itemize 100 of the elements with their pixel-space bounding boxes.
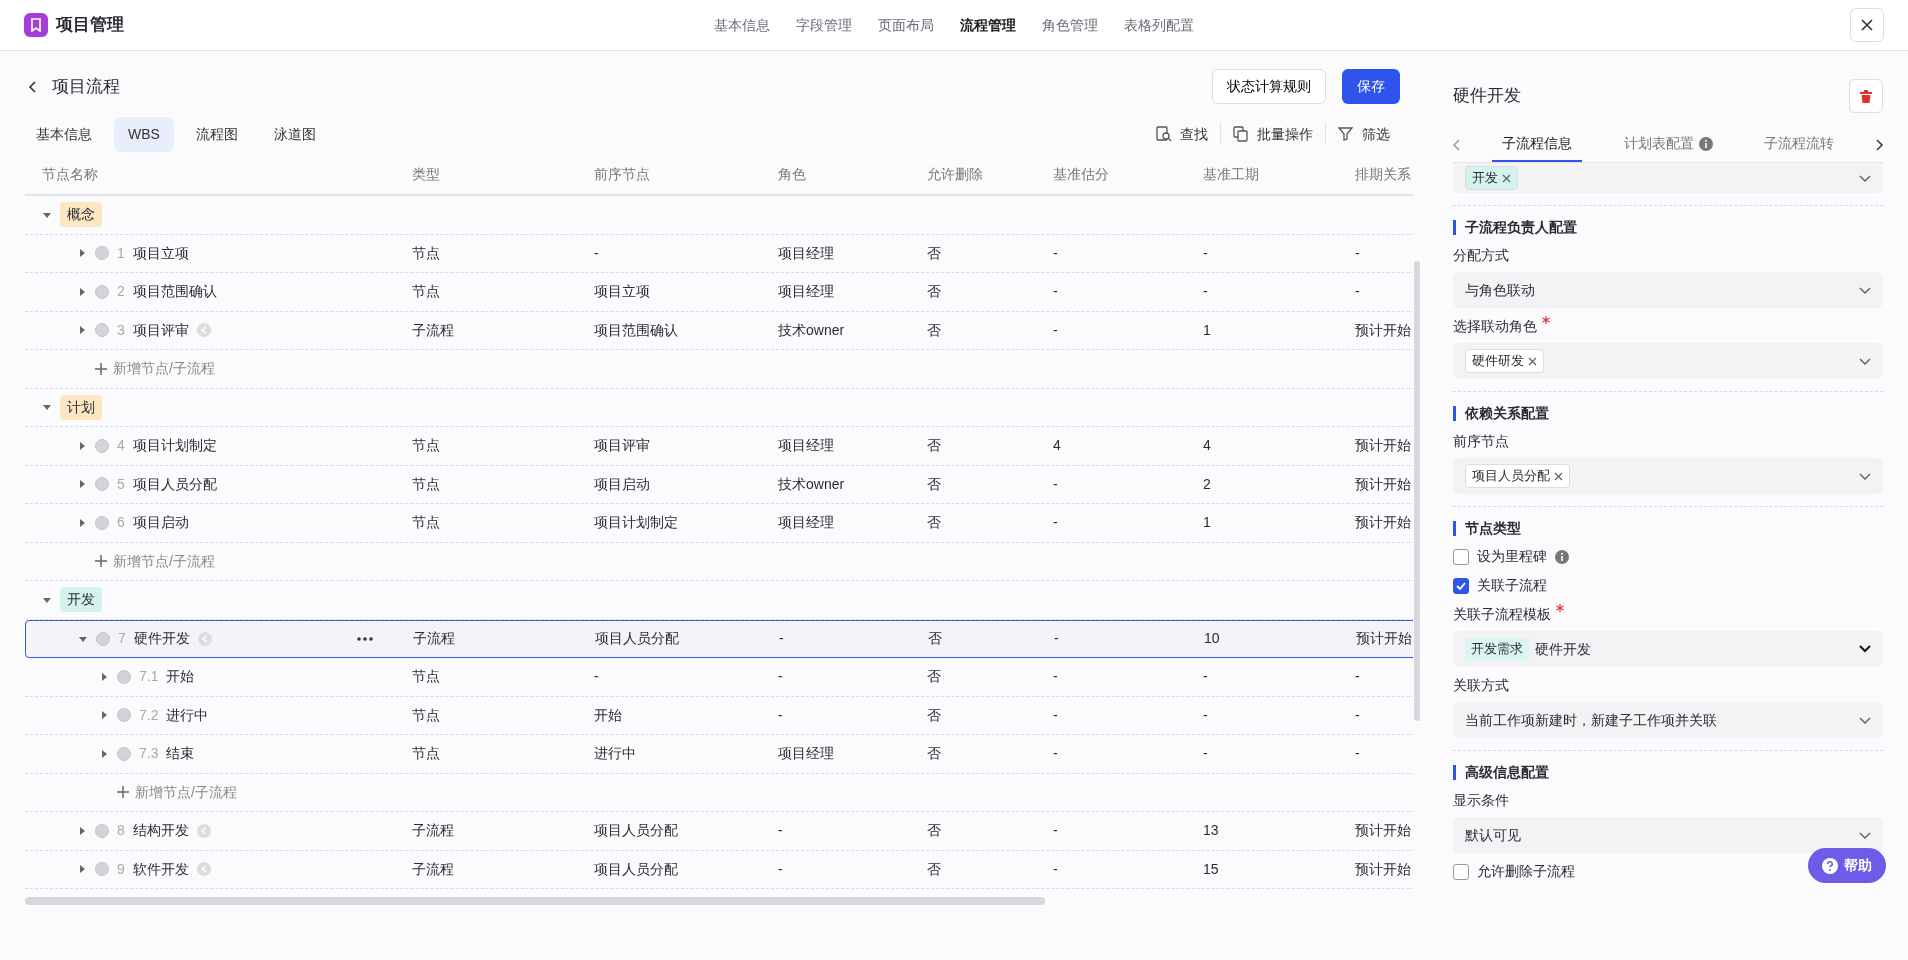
checkbox[interactable] [1453, 863, 1469, 880]
status-dot-icon [95, 823, 109, 838]
nav-tab[interactable]: 页面布局 [878, 14, 934, 36]
checkmark-icon [1456, 581, 1466, 590]
vertical-scrollbar[interactable] [1414, 261, 1420, 721]
table-cell-text: 否 [927, 243, 942, 263]
status-dot-icon [96, 631, 110, 646]
chevron-left-icon[interactable] [1453, 138, 1460, 151]
table-cell-text: - [1053, 243, 1059, 263]
status-dot-icon [117, 746, 131, 761]
more-icon[interactable] [357, 636, 373, 641]
table-cell-text: 2 [1203, 474, 1212, 494]
nav-tab[interactable]: 流程管理 [960, 14, 1016, 36]
back-icon[interactable] [28, 80, 36, 93]
view-tab[interactable]: 流程图 [181, 116, 252, 152]
nav-tab[interactable]: 表格列配置 [1124, 14, 1194, 36]
remove-icon[interactable] [1528, 356, 1537, 366]
row-number: 4 [117, 436, 125, 456]
column-header: 类型 [412, 164, 441, 184]
chevron-down-icon [1859, 716, 1871, 724]
view-tab[interactable]: WBS [114, 116, 174, 152]
node-name: 项目评审 [132, 320, 189, 340]
expand-icon[interactable] [77, 248, 87, 259]
select-field[interactable]: 当前工作项新建时，新建子工作项并关联 [1453, 702, 1883, 738]
checkbox[interactable] [1453, 548, 1469, 565]
app-logo-icon [24, 13, 48, 37]
add-node-link[interactable]: 新增节点/子流程 [95, 358, 215, 380]
rules-button[interactable]: 状态计算规则 [1212, 69, 1326, 104]
search-icon [1156, 126, 1172, 142]
table-cell-text: - [594, 243, 600, 263]
multi-select-field[interactable]: 开发 [1453, 163, 1883, 193]
table-cell-text: 否 [927, 667, 942, 687]
table-cell-text: 节点 [412, 513, 441, 533]
section-title: 节点类型 [1453, 521, 1883, 536]
view-tab[interactable]: 泳道图 [259, 116, 330, 152]
node-name: 项目范围确认 [132, 282, 217, 302]
select-field[interactable]: 开发需求 硬件开发 [1453, 631, 1883, 667]
batch-button[interactable]: 批量操作 [1221, 123, 1325, 145]
table-cell-text: - [1053, 320, 1059, 340]
tag: 项目人员分配 [1465, 464, 1570, 488]
table-cell-text: 13 [1203, 821, 1220, 841]
panel-tab[interactable]: 计划表配置 [1613, 127, 1723, 162]
column-header: 基准估分 [1053, 164, 1110, 184]
expand-icon[interactable] [77, 440, 87, 451]
help-icon [1822, 857, 1838, 874]
help-button[interactable]: 帮助 [1808, 848, 1886, 883]
chevron-down-icon [1859, 831, 1871, 839]
panel-tab[interactable]: 子流程流转 [1754, 127, 1845, 162]
multi-select-field[interactable]: 项目人员分配 [1453, 458, 1883, 494]
close-button[interactable] [1850, 8, 1884, 42]
section-title: 子流程负责人配置 [1453, 220, 1883, 235]
expand-icon[interactable] [99, 710, 109, 721]
node-name: 开始 [166, 667, 195, 687]
save-button[interactable]: 保存 [1342, 69, 1400, 104]
plus-icon [95, 362, 107, 375]
table-cell-text: 否 [927, 320, 942, 340]
node-name: 软件开发 [132, 859, 189, 879]
horizontal-scrollbar[interactable] [25, 897, 1045, 905]
add-node-link[interactable]: 新增节点/子流程 [95, 550, 215, 572]
table-cell-text: 子流程 [413, 629, 456, 649]
nav-tab[interactable]: 基本信息 [714, 14, 770, 36]
checkbox[interactable] [1453, 577, 1469, 594]
field-label: 关联方式 [1453, 677, 1509, 693]
expand-icon[interactable] [77, 286, 87, 297]
page-title: 项目流程 [52, 75, 120, 98]
expand-icon[interactable] [77, 864, 87, 875]
select-field[interactable]: 默认可见 [1453, 817, 1883, 853]
subflow-icon [196, 862, 211, 877]
multi-select-field[interactable]: 硬件研发 [1453, 343, 1883, 379]
chevron-right-icon[interactable] [1876, 138, 1883, 151]
delete-button[interactable] [1849, 79, 1883, 113]
expand-icon[interactable] [77, 479, 87, 490]
table-cell-text: 开始 [594, 705, 623, 725]
table-cell-text: 项目人员分配 [594, 859, 679, 879]
expand-icon[interactable] [77, 325, 87, 336]
filter-button[interactable]: 筛选 [1326, 123, 1402, 145]
expand-icon[interactable] [77, 517, 87, 528]
field-label: 分配方式 [1453, 247, 1509, 263]
nav-tab[interactable]: 角色管理 [1042, 14, 1098, 36]
table-cell-text: 技术owner [778, 474, 846, 494]
status-dot-icon [95, 323, 109, 338]
status-dot-icon [95, 284, 109, 299]
add-node-link[interactable]: 新增节点/子流程 [117, 781, 237, 803]
find-button[interactable]: 查找 [1144, 123, 1220, 145]
expand-icon[interactable] [77, 825, 87, 836]
remove-icon[interactable] [1554, 471, 1563, 481]
tag: 硬件研发 [1465, 349, 1544, 373]
select-field[interactable]: 与角色联动 [1453, 272, 1883, 308]
table-row[interactable]: 7 硬件开发 子流程 项目人员分配 - 否 - 10 预计开始 [25, 619, 1413, 658]
chevron-down-icon [1859, 645, 1871, 653]
remove-icon[interactable] [1502, 173, 1511, 183]
table-cell-text: 1 [1203, 320, 1212, 340]
expand-icon[interactable] [99, 671, 109, 682]
table-cell-text: - [1355, 667, 1361, 687]
table-cell-text: 15 [1203, 859, 1220, 879]
group-label: 概念 [60, 202, 102, 228]
table-cell-text: 项目评审 [594, 436, 651, 456]
view-tab[interactable]: 基本信息 [22, 116, 106, 152]
nav-tab[interactable]: 字段管理 [796, 14, 852, 36]
expand-icon[interactable] [99, 748, 109, 759]
